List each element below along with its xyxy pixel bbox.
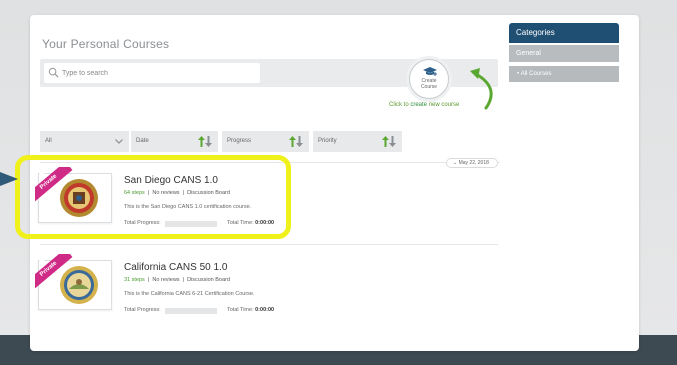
sort-progress-button[interactable]: Progress bbox=[222, 131, 309, 152]
sort-date-label: Date bbox=[136, 138, 149, 144]
sort-icon bbox=[198, 136, 212, 147]
progress-bar bbox=[165, 308, 217, 314]
create-course-label: Create Course bbox=[410, 78, 448, 90]
create-label-line2: Course bbox=[420, 84, 438, 90]
categories-header: Categories bbox=[509, 23, 619, 43]
graduation-cap-plus-icon bbox=[423, 67, 437, 76]
search-icon bbox=[48, 67, 59, 78]
highlight-box bbox=[15, 155, 291, 239]
progress-label: Total Progress: bbox=[124, 307, 161, 313]
total-time: Total Time: 0:00:00 bbox=[227, 307, 274, 313]
chevron-down-icon bbox=[115, 139, 123, 144]
search-input[interactable] bbox=[44, 63, 260, 83]
sort-date-button[interactable]: Date bbox=[131, 131, 218, 152]
course-divider bbox=[40, 244, 498, 245]
pointer-arrow-icon bbox=[0, 172, 18, 186]
course-meta: 31 steps | No reviews | Discussion Board bbox=[124, 277, 230, 283]
private-ribbon: Private bbox=[35, 254, 75, 294]
filter-all-label: All bbox=[45, 138, 52, 144]
curved-arrow-icon bbox=[470, 68, 493, 110]
course-steps: 31 steps bbox=[124, 277, 145, 283]
create-hint-prefix: Click to bbox=[389, 102, 411, 108]
filter-all-dropdown[interactable]: All bbox=[40, 131, 129, 152]
sort-priority-button[interactable]: Priority bbox=[313, 131, 402, 152]
category-all-courses-label: All Courses bbox=[520, 71, 552, 77]
course-item[interactable]: Private California CANS 50 1.0 31 steps … bbox=[35, 250, 498, 326]
create-hint-link[interactable]: create bbox=[410, 102, 427, 108]
category-general[interactable]: General bbox=[509, 45, 619, 62]
sort-icon bbox=[382, 136, 396, 147]
total-time-value: 0:00:00 bbox=[255, 307, 275, 313]
course-description: This is the California CANS 6-21 Certifi… bbox=[124, 291, 255, 297]
course-title[interactable]: California CANS 50 1.0 bbox=[124, 262, 227, 273]
category-all-courses[interactable]: • All Courses bbox=[509, 66, 619, 82]
create-hint-suffix: new course bbox=[427, 102, 460, 108]
discussion-board-link[interactable]: Discussion Board bbox=[187, 277, 230, 283]
create-course-button[interactable]: Create Course bbox=[409, 59, 449, 99]
sort-icon bbox=[289, 136, 303, 147]
trash-icon bbox=[38, 257, 46, 265]
sort-progress-label: Progress bbox=[227, 138, 252, 144]
sort-priority-label: Priority bbox=[318, 138, 337, 144]
page-title: Your Personal Courses bbox=[42, 37, 170, 51]
course-reviews[interactable]: No reviews bbox=[152, 277, 179, 283]
create-hint: Click to create new course bbox=[389, 102, 459, 108]
total-time-label: Total Time: bbox=[227, 307, 254, 313]
